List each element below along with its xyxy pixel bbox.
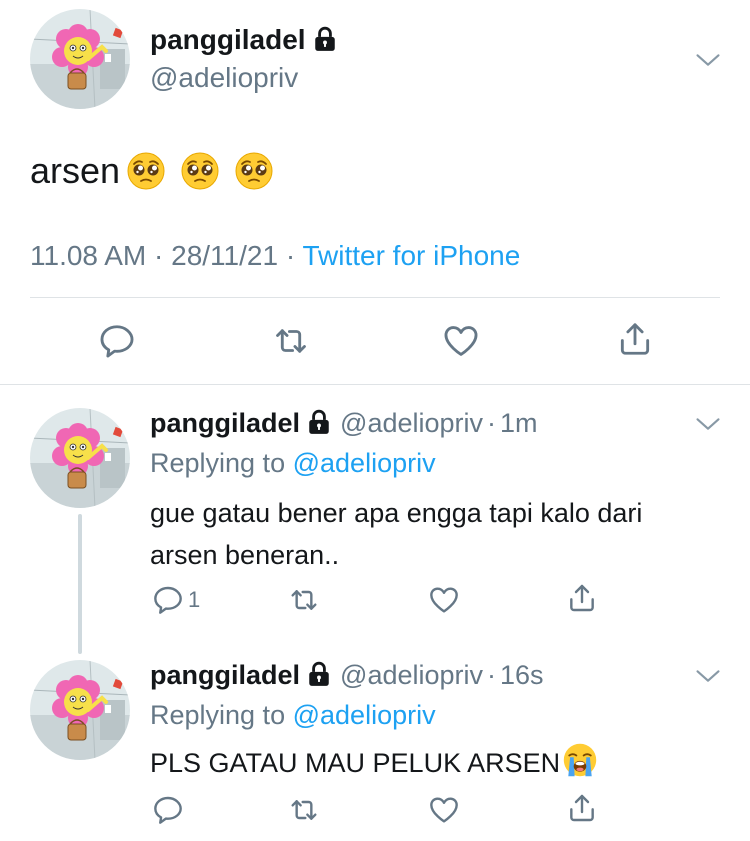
share-button[interactable] <box>616 320 654 358</box>
heart-icon <box>428 584 460 616</box>
handle[interactable]: @adeliopriv <box>340 408 483 438</box>
avatar[interactable] <box>30 9 130 109</box>
reply-text: PLS GATAU MAU PELUK ARSEN <box>150 742 730 790</box>
reply-text-line: gue gatau bener apa engga tapi kalo dari <box>150 498 643 528</box>
divider <box>0 384 750 385</box>
reply-header: panggiladel @adeliopriv · 1m <box>150 408 538 442</box>
reply-icon <box>98 322 136 360</box>
handle[interactable]: @adeliopriv <box>340 660 483 690</box>
reply-age: 16s <box>500 660 544 690</box>
avatar[interactable] <box>30 660 130 760</box>
lock-icon <box>312 26 338 57</box>
chevron-down-icon[interactable] <box>694 662 722 690</box>
pleading-face-emoji <box>126 151 166 200</box>
retweet-icon <box>272 322 310 360</box>
thread-line <box>78 514 82 654</box>
meta-separator: · <box>487 660 497 690</box>
retweet-button[interactable] <box>272 322 310 360</box>
tweet-text: arsen <box>30 150 274 200</box>
pleading-face-emoji <box>234 151 274 200</box>
reply-text-line: arsen beneran.. <box>150 540 340 570</box>
reply-text-content: PLS GATAU MAU PELUK ARSEN <box>150 748 561 778</box>
reply-count: 1 <box>188 587 201 612</box>
reply-icon <box>152 584 184 616</box>
replying-to: Replying to @adeliopriv <box>150 700 436 731</box>
retweet-icon <box>288 584 320 616</box>
lock-icon <box>306 409 332 442</box>
like-button[interactable] <box>428 794 460 826</box>
replying-prefix: Replying to <box>150 700 286 730</box>
retweet-button[interactable] <box>288 584 320 616</box>
share-button[interactable] <box>566 792 598 824</box>
chevron-down-icon[interactable] <box>694 410 722 438</box>
reply-button[interactable]: 1 <box>152 584 200 616</box>
share-button[interactable] <box>566 582 598 614</box>
reply-button[interactable] <box>152 794 184 826</box>
heart-icon <box>442 322 480 360</box>
tweet-time: 11.08 AM <box>30 240 147 271</box>
divider <box>30 297 720 298</box>
meta-separator: · <box>487 408 497 438</box>
author-header: panggiladel <box>150 24 338 57</box>
pleading-face-emoji <box>180 151 220 200</box>
handle[interactable]: @adeliopriv <box>150 62 298 94</box>
tweet-text-content: arsen <box>30 150 121 191</box>
heart-icon <box>428 794 460 826</box>
meta-separator: · <box>154 240 164 271</box>
replying-to: Replying to @adeliopriv <box>150 448 436 479</box>
lock-icon <box>306 661 332 694</box>
replying-prefix: Replying to <box>150 448 286 478</box>
reply-button[interactable] <box>98 322 136 360</box>
mention-link[interactable]: @adeliopriv <box>293 700 436 730</box>
reply-icon <box>152 794 184 826</box>
reply-age: 1m <box>500 408 538 438</box>
meta-separator: · <box>285 240 296 271</box>
retweet-icon <box>288 794 320 826</box>
loudly-crying-face-emoji <box>562 742 598 790</box>
reply-header: panggiladel @adeliopriv · 16s <box>150 660 544 694</box>
share-icon <box>616 320 654 358</box>
display-name[interactable]: panggiladel <box>150 660 300 690</box>
avatar[interactable] <box>30 408 130 508</box>
chevron-down-icon[interactable] <box>694 46 722 74</box>
display-name[interactable]: panggiladel <box>150 24 306 55</box>
tweet-meta: 11.08 AM · 28/11/21 · Twitter for iPhone <box>30 240 520 272</box>
share-icon <box>566 792 598 824</box>
share-icon <box>566 582 598 614</box>
display-name[interactable]: panggiladel <box>150 408 300 438</box>
mention-link[interactable]: @adeliopriv <box>293 448 436 478</box>
like-button[interactable] <box>428 584 460 616</box>
retweet-button[interactable] <box>288 794 320 826</box>
like-button[interactable] <box>442 322 480 360</box>
tweet-date: 28/11/21 <box>171 240 279 271</box>
tweet-source-link[interactable]: Twitter for iPhone <box>302 240 520 271</box>
reply-text: gue gatau bener apa engga tapi kalo dari… <box>150 492 730 576</box>
